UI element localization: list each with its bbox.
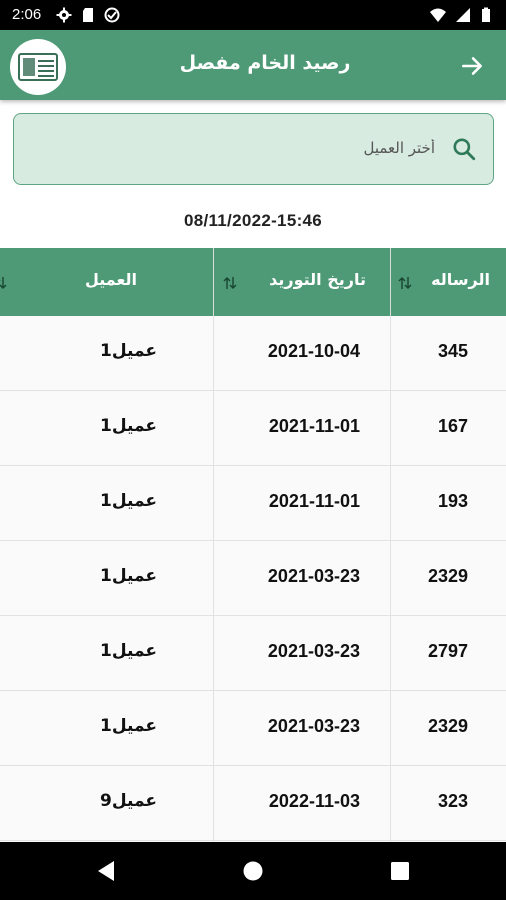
cell-date: 2021-10-04	[214, 316, 391, 391]
column-header-ref[interactable]: الرساله	[391, 248, 506, 316]
arrow-right-icon	[462, 57, 482, 75]
table-row[interactable]: 2329 2021-03-23 عميل1	[0, 541, 506, 616]
cell-client-text: عميل1	[100, 491, 157, 511]
cell-date: 2021-03-23	[214, 691, 391, 766]
cell-ref: 167	[391, 391, 506, 466]
cell-date-text: 2021-03-23	[267, 641, 360, 661]
search-icon[interactable]	[451, 136, 477, 162]
cell-ref-text: 323	[437, 791, 468, 811]
wifi-icon	[430, 8, 446, 22]
column-header-date[interactable]: تاريخ التوريد	[214, 248, 391, 316]
nav-home-button[interactable]	[241, 859, 265, 883]
sd-card-icon	[83, 8, 93, 22]
cell-date: 2021-11-01	[214, 466, 391, 541]
column-header-label: العميل	[84, 270, 137, 289]
sort-icon[interactable]	[0, 275, 8, 291]
cell-client-text: عميل1	[100, 566, 157, 586]
cell-ref: 2797	[391, 616, 506, 691]
status-icons-right	[430, 7, 494, 23]
system-nav-bar	[0, 842, 506, 900]
cell-client-text: عميل9	[100, 791, 157, 811]
cell-client-text: عميل1	[100, 416, 157, 436]
status-bar: 2:06	[0, 0, 506, 30]
column-header-label: الرساله	[431, 270, 490, 289]
cell-date-text: 2021-03-23	[267, 566, 360, 586]
table-row[interactable]: 167 2021-11-01 عميل1	[0, 391, 506, 466]
cell-client: عميل9	[0, 766, 214, 841]
cell-date: 2021-03-23	[214, 541, 391, 616]
cell-client-text: عميل1	[100, 716, 157, 736]
logo-mark	[18, 53, 58, 81]
column-header-client[interactable]: العميل	[0, 248, 214, 316]
cell-ref-text: 193	[437, 491, 468, 511]
cell-client: عميل1	[0, 391, 214, 466]
table-row[interactable]: 323 2022-11-03 عميل9	[0, 766, 506, 841]
cell-ref: 193	[391, 466, 506, 541]
table-row[interactable]: 2797 2021-03-23 عميل1	[0, 616, 506, 691]
table-row[interactable]: 193 2021-11-01 عميل1	[0, 466, 506, 541]
column-header-label: تاريخ التوريد	[269, 270, 366, 289]
company-logo	[10, 39, 66, 95]
status-icons-left	[56, 7, 120, 23]
gear-icon	[56, 7, 72, 23]
cell-ref-text: 167	[437, 416, 468, 436]
signal-icon	[456, 8, 470, 22]
client-search-box[interactable]	[13, 113, 494, 185]
cell-client: عميل1	[0, 316, 214, 391]
cell-date-text: 2021-10-04	[267, 341, 360, 361]
cell-date-text: 2021-03-23	[267, 716, 360, 736]
page-title: رصيد الخام مفصل	[179, 52, 351, 74]
data-saver-icon	[104, 7, 120, 23]
cell-ref: 345	[391, 316, 506, 391]
sort-icon[interactable]	[222, 275, 238, 291]
status-time: 2:06	[12, 6, 42, 23]
cell-client: عميل1	[0, 616, 214, 691]
nav-back-button[interactable]	[94, 859, 118, 883]
cell-ref: 323	[391, 766, 506, 841]
cell-client: عميل1	[0, 691, 214, 766]
back-triangle-icon	[98, 861, 114, 881]
table-row[interactable]: 2329 2021-03-23 عميل1	[0, 691, 506, 766]
cell-ref-text: 345	[437, 341, 468, 361]
report-timestamp: 08/11/2022-15:46	[183, 211, 323, 230]
back-button[interactable]	[456, 50, 488, 82]
cell-date: 2022-11-03	[214, 766, 391, 841]
nav-recents-button[interactable]	[388, 859, 412, 883]
cell-client: عميل1	[0, 466, 214, 541]
cell-ref: 2329	[391, 691, 506, 766]
app-bar: رصيد الخام مفصل	[0, 30, 506, 100]
cell-date-text: 2022-11-03	[268, 791, 360, 811]
cell-ref: 2329	[391, 541, 506, 616]
cell-ref-text: 2797	[427, 641, 468, 661]
cell-date: 2021-11-01	[214, 391, 391, 466]
cell-ref-text: 2329	[427, 716, 468, 736]
cell-client-text: عميل1	[100, 341, 157, 361]
battery-icon	[482, 7, 490, 22]
table-header: الرساله تاريخ التوريد العميل	[0, 248, 506, 316]
cell-date-text: 2021-11-01	[268, 416, 360, 436]
recents-square-icon	[391, 862, 409, 880]
data-table: الرساله تاريخ التوريد العميل 345 2021-10…	[0, 248, 506, 842]
cell-date-text: 2021-11-01	[268, 491, 360, 511]
home-circle-icon	[243, 861, 263, 881]
cell-client-text: عميل1	[100, 641, 157, 661]
client-search-input[interactable]	[55, 134, 435, 162]
table-row[interactable]: 345 2021-10-04 عميل1	[0, 316, 506, 391]
cell-ref-text: 2329	[427, 566, 468, 586]
cell-client: عميل1	[0, 541, 214, 616]
sort-icon[interactable]	[397, 275, 413, 291]
cell-date: 2021-03-23	[214, 616, 391, 691]
